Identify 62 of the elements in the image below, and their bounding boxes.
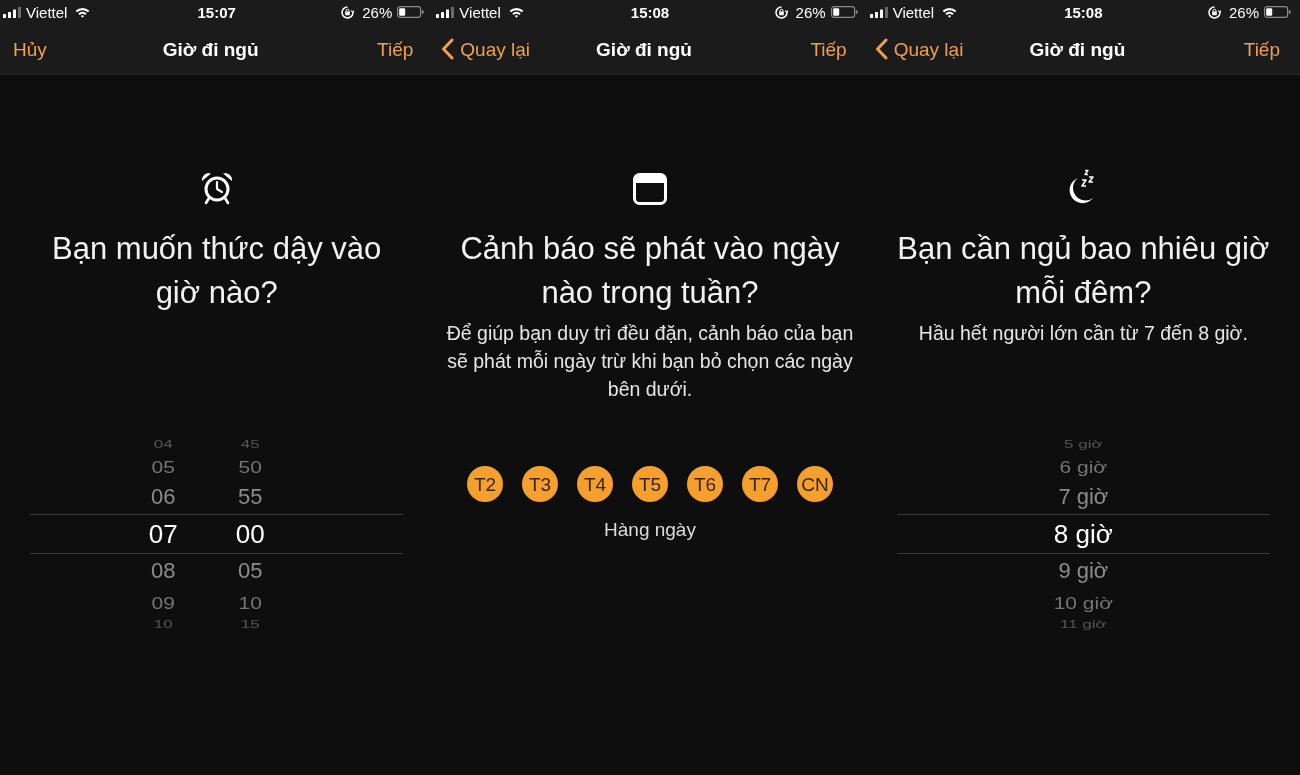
back-button[interactable]: Quay lại xyxy=(441,38,531,60)
back-chevron-icon xyxy=(441,38,455,60)
battery-icon xyxy=(397,6,425,18)
picker-item[interactable]: 7 giờ xyxy=(1058,486,1109,508)
description-text: Hầu hết người lớn cần từ 7 đến 8 giờ. xyxy=(918,321,1248,346)
picker-item[interactable]: 10 giờ xyxy=(1053,593,1113,611)
picker-item[interactable]: 08 xyxy=(150,560,176,582)
clock-time: 15:08 xyxy=(1064,4,1103,20)
day-toggle[interactable]: T5 xyxy=(632,466,668,502)
picker-item[interactable]: 00 xyxy=(235,521,265,547)
picker-item[interactable]: 09 xyxy=(151,593,175,611)
picker-item[interactable]: 50 xyxy=(238,457,262,475)
signal-icon xyxy=(436,6,455,18)
back-chevron-icon xyxy=(874,38,888,60)
signal-icon xyxy=(869,6,888,18)
nav-title: Giờ đi ngủ xyxy=(162,39,259,59)
nav-title: Giờ đi ngủ xyxy=(596,39,692,59)
next-button[interactable]: Tiếp xyxy=(377,39,414,59)
picker-item[interactable]: 06 xyxy=(150,486,176,508)
battery-percent: 26% xyxy=(362,4,393,20)
carrier-name: Viettel xyxy=(892,4,935,20)
question-heading: Cảnh báo sẽ phát vào ngày nào trong tuần? xyxy=(459,230,841,312)
question-heading: Bạn cần ngủ bao nhiêu giờ mỗi đêm? xyxy=(896,230,1271,312)
wifi-icon xyxy=(75,6,91,18)
next-button[interactable]: Tiếp xyxy=(1243,39,1280,59)
day-toggle[interactable]: T7 xyxy=(742,466,778,502)
rotation-lock-icon xyxy=(1207,5,1221,19)
clock-time: 15:07 xyxy=(197,4,236,20)
battery-percent: 26% xyxy=(1228,4,1259,20)
carrier-name: Viettel xyxy=(459,4,501,20)
day-toggle[interactable]: T3 xyxy=(522,466,558,502)
signal-icon xyxy=(3,6,21,18)
rotation-lock-icon xyxy=(774,5,788,19)
rotation-lock-icon xyxy=(341,5,355,19)
picker-item[interactable]: 10 xyxy=(238,593,262,611)
picker-item[interactable]: 05 xyxy=(237,560,263,582)
picker-item[interactable]: 07 xyxy=(148,521,178,547)
back-button[interactable]: Quay lại xyxy=(874,38,964,60)
day-toggle[interactable]: CN xyxy=(797,466,833,502)
clock-time: 15:08 xyxy=(630,4,670,20)
cancel-button[interactable]: Hủy xyxy=(8,39,47,59)
battery-icon xyxy=(830,6,858,18)
picker-item[interactable]: 6 giờ xyxy=(1059,457,1108,475)
question-heading: Bạn muốn thức dậy vào giờ nào? xyxy=(51,230,383,312)
wifi-icon xyxy=(942,6,958,18)
picker-item[interactable]: 55 xyxy=(237,486,263,508)
day-toggle[interactable]: T2 xyxy=(467,466,503,502)
alarm-clock-icon xyxy=(199,171,234,205)
carrier-name: Viettel xyxy=(26,4,68,20)
nav-title: Giờ đi ngủ xyxy=(1029,39,1126,59)
next-button[interactable]: Tiếp xyxy=(810,39,847,59)
battery-percent: 26% xyxy=(795,4,826,20)
repeat-summary: Hàng ngày xyxy=(604,518,696,542)
picker-item[interactable]: 05 xyxy=(151,457,175,475)
picker-item[interactable]: 9 giờ xyxy=(1058,560,1109,582)
description-text: Để giúp bạn duy trì đều đặn, cảnh báo của bạn sẽ phát mỗi ngày trừ khi bạn bỏ chọn các ngày bên dưới. xyxy=(445,321,855,402)
wifi-icon xyxy=(508,6,524,18)
day-toggle[interactable]: T6 xyxy=(687,466,723,502)
picker-item[interactable]: 8 giờ xyxy=(1053,521,1113,547)
day-toggle[interactable]: T4 xyxy=(577,466,613,502)
battery-icon xyxy=(1264,6,1291,18)
calendar-icon xyxy=(633,173,667,205)
